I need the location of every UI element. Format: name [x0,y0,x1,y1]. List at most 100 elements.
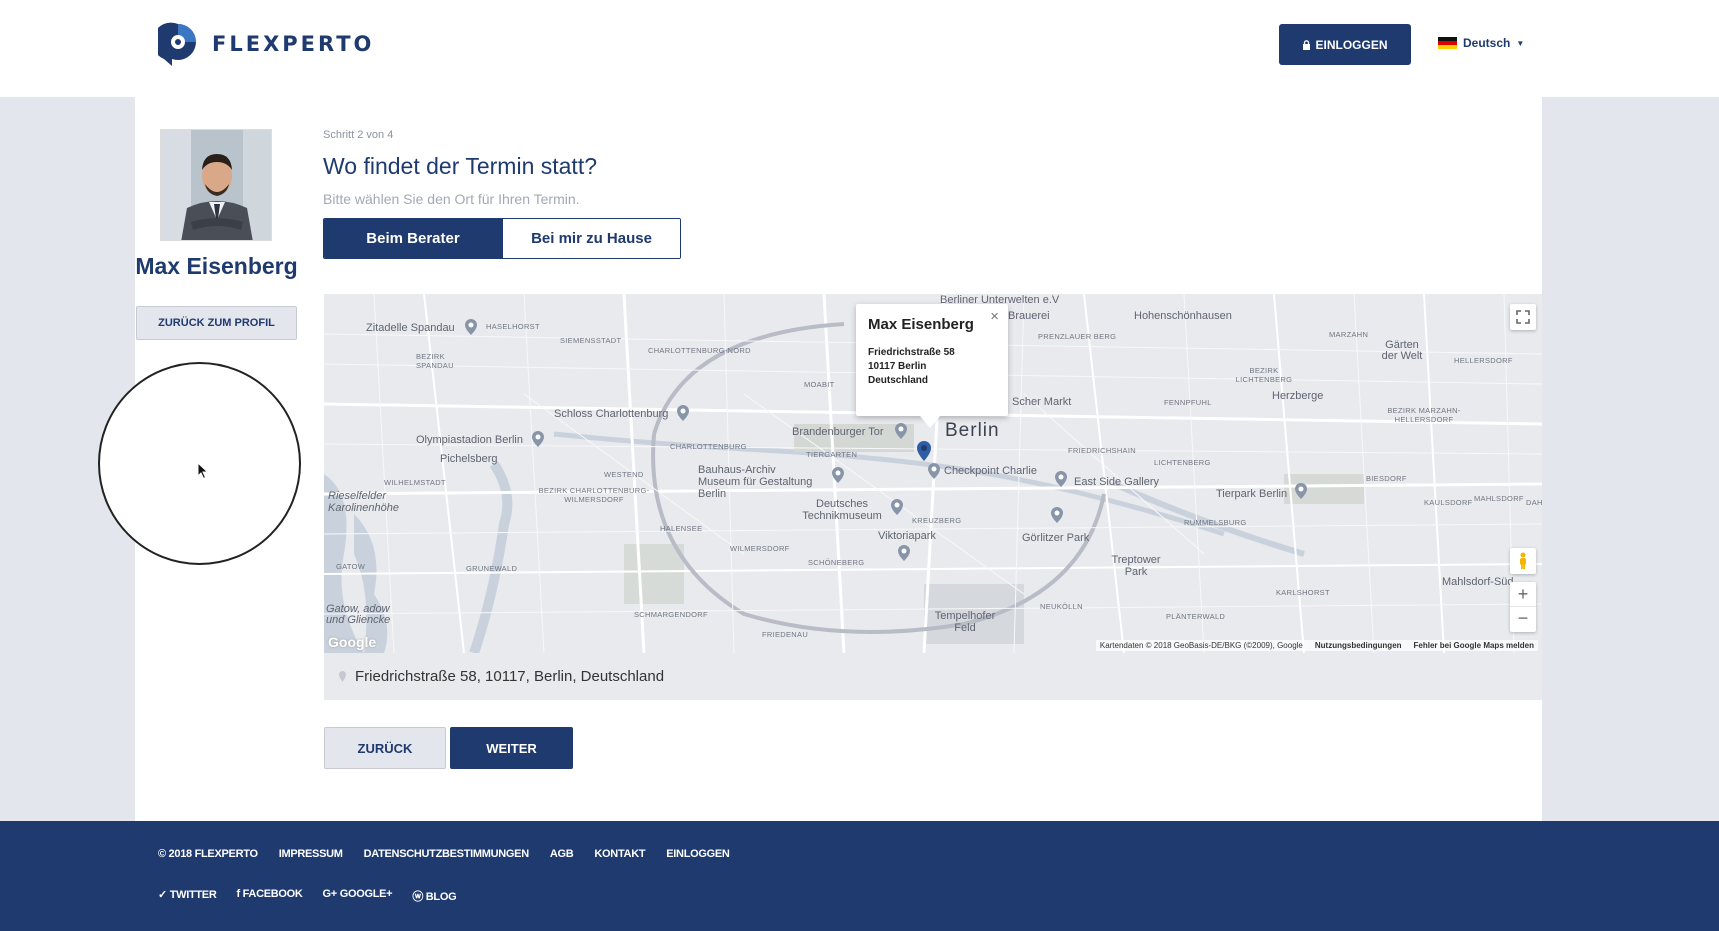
poi-marker-icon [898,545,910,561]
map-label-tiergarten: TIERGARTEN [806,450,858,459]
footer-social-twitter[interactable]: ✓ TWITTER [158,888,217,904]
brand-name: FLEXPERTO [212,32,375,56]
map-label-tempelhofer-feld: Tempelhofer Feld [934,610,996,634]
site-footer: © 2018 FLEXPERTO IMPRESSUM DATENSCHUTZBE… [0,821,1719,931]
popup-title: Max Eisenberg [868,316,974,333]
brand-logo[interactable]: FLEXPERTO [152,22,375,66]
advisor-name: Max Eisenberg [135,253,298,279]
blog-label: BLOG [425,891,457,903]
zoom-in-icon[interactable]: + [1510,582,1536,607]
map-label-tierpark: Tierpark Berlin [1216,488,1288,500]
footer-link-datenschutz[interactable]: DATENSCHUTZBESTIMMUNGEN [364,848,530,860]
map-label-rummelsburg: RUMMELSBURG [1184,518,1247,527]
poi-marker-icon [895,423,907,439]
terms-link[interactable]: Nutzungsbedingungen [1315,641,1402,650]
language-selector[interactable]: Deutsch ▼ [1438,36,1524,50]
option-bei-mir-zu-hause[interactable]: Bei mir zu Hause [502,219,680,258]
wordpress-icon: ⓦ [412,891,424,903]
map-label-friedrichshain: FRIEDRICHSHAIN [1068,446,1136,455]
map-label-goerlitzer-park: Görlitzer Park [1022,532,1090,544]
map-label-fennpfuhl: FENNPFUHL [1164,398,1212,407]
map-label-mahlsdorf: MAHLSDORF [1474,494,1524,503]
map-label-rieselfelder: Rieselfelder Karolinenhöhe [328,490,399,514]
lock-icon [1303,39,1311,50]
language-label: Deutsch [1463,36,1511,50]
footer-link-kontakt[interactable]: KONTAKT [594,848,645,860]
google-plus-label: GOOGLE+ [339,888,393,900]
map-label-charlottenburg: CHARLOTTENBURG [670,442,747,451]
poi-marker-icon [1051,507,1063,523]
facebook-label: FACEBOOK [242,888,303,900]
poi-marker-icon [928,463,940,479]
popup-close-icon[interactable]: × [990,308,999,325]
map-label-bezirk-charlottenburg-wilmersdorf: BEZIRK CHARLOTTENBURG-WILMERSDORF [538,486,650,504]
popup-street: Friedrichstraße 58 [868,347,955,358]
poi-marker-icon [677,405,689,421]
footer-links: © 2018 FLEXPERTO IMPRESSUM DATENSCHUTZBE… [158,848,730,860]
map-label-prenzlauer-berg: PRENZLAUER BERG [1038,332,1117,341]
location-pin-icon[interactable] [916,440,932,462]
map-info-popup: Max Eisenberg Friedrichstraße 58 10117 B… [856,304,1008,428]
map-label-friedenau: FRIEDENAU [762,630,809,639]
map-label-moabit: MOABIT [804,380,835,389]
map-label-olympiastadion: Olympiastadion Berlin [416,434,523,446]
map-label-dah: DAH [1526,498,1542,507]
map-label-hohenschoenhausen: Hohenschönhausen [1134,310,1232,322]
poi-marker-icon [1295,483,1307,499]
footer-link-einloggen[interactable]: EINLOGGEN [666,848,730,860]
footer-social-google-plus[interactable]: G+ GOOGLE+ [323,888,393,904]
map-label-lichtenberg: LICHTENBERG [1154,458,1211,467]
login-label: EINLOGGEN [1315,37,1388,52]
location-marker-icon [339,671,346,682]
footer-social-blog[interactable]: ⓦ BLOG [412,888,456,904]
back-to-profile-button[interactable]: ZURÜCK ZUM PROFIL [136,306,297,340]
login-button[interactable]: EINLOGGEN [1279,24,1411,65]
popup-city: 10117 Berlin [868,361,927,372]
map-label-brandenburger-tor: Brandenburger Tor [792,426,884,438]
poi-marker-icon [532,431,544,447]
footer-link-agb[interactable]: AGB [550,848,574,860]
map-label-viktoriapark: Viktoriapark [878,530,936,542]
fullscreen-icon[interactable] [1510,304,1536,330]
address-display: Friedrichstraße 58, 10117, Berlin, Deuts… [324,653,1542,700]
map-label-bezirk-marzahn-hellersdorf: BEZIRK MARZAHN-HELLERSDORF [1387,406,1461,424]
page-hint: Bitte wählen Sie den Ort für Ihren Termi… [323,191,580,207]
map-label-bauhaus-archiv: Bauhaus-Archiv Museum für Gestaltung Ber… [698,464,813,500]
mouse-cursor-icon [197,462,209,480]
map-label-schoeneberg: SCHÖNEBERG [808,558,865,567]
map-label-schloss-charlottenburg: Schloss Charlottenburg [554,408,669,420]
site-header: FLEXPERTO EINLOGGEN Deutsch ▼ [0,0,1719,97]
map-label-berlin: Berlin [945,420,1000,441]
map-label-technikmuseum: Deutsches Technikmuseum [802,498,882,522]
map[interactable]: Zitadelle Spandau HASELHORST SIEMENSSTAD… [324,294,1542,653]
report-error-link[interactable]: Fehler bei Google Maps melden [1414,641,1534,650]
map-label-plaenterwald: PLÄNTERWALD [1166,612,1226,621]
map-label-siemensstadt: SIEMENSSTADT [560,336,622,345]
next-button[interactable]: WEITER [450,727,573,769]
map-label-scher-markt: Scher Markt [1012,396,1072,408]
zoom-controls: + − [1510,582,1536,632]
map-label-gaerten-der-welt: Gärten der Welt [1381,339,1423,362]
map-label-karlshorst: KARLSHORST [1276,588,1330,597]
back-button[interactable]: ZURÜCK [324,727,446,769]
footer-social-facebook[interactable]: f FACEBOOK [236,888,302,904]
option-beim-berater[interactable]: Beim Berater [324,219,502,258]
poi-marker-icon [832,467,844,483]
map-label-wilmersdorf: WILMERSDORF [730,544,790,553]
advisor-avatar [160,129,272,241]
google-logo: Google [328,634,377,650]
footer-social: ✓ TWITTER f FACEBOOK G+ GOOGLE+ ⓦ BLOG [158,888,457,904]
poi-marker-icon [465,319,477,335]
zoom-out-icon[interactable]: − [1510,607,1536,632]
map-attribution: Kartendaten © 2018 GeoBasis-DE/BKG (©200… [1095,640,1538,651]
address-text: Friedrichstraße 58, 10117, Berlin, Deuts… [355,668,665,685]
google-plus-icon: G+ [322,888,338,900]
map-label-haselhorst: HASELHORST [486,322,540,331]
map-label-gatow-gliencke: Gatow, adow und Gliencke [326,603,391,626]
map-label-grunewald: GRUNEWALD [466,564,518,573]
map-label-schmargendorf: SCHMARGENDORF [634,610,708,619]
street-view-pegman-icon[interactable] [1510,548,1536,574]
footer-link-impressum[interactable]: IMPRESSUM [279,848,343,860]
german-flag-icon [1438,36,1457,50]
map-label-kreuzberg: KREUZBERG [912,516,962,525]
